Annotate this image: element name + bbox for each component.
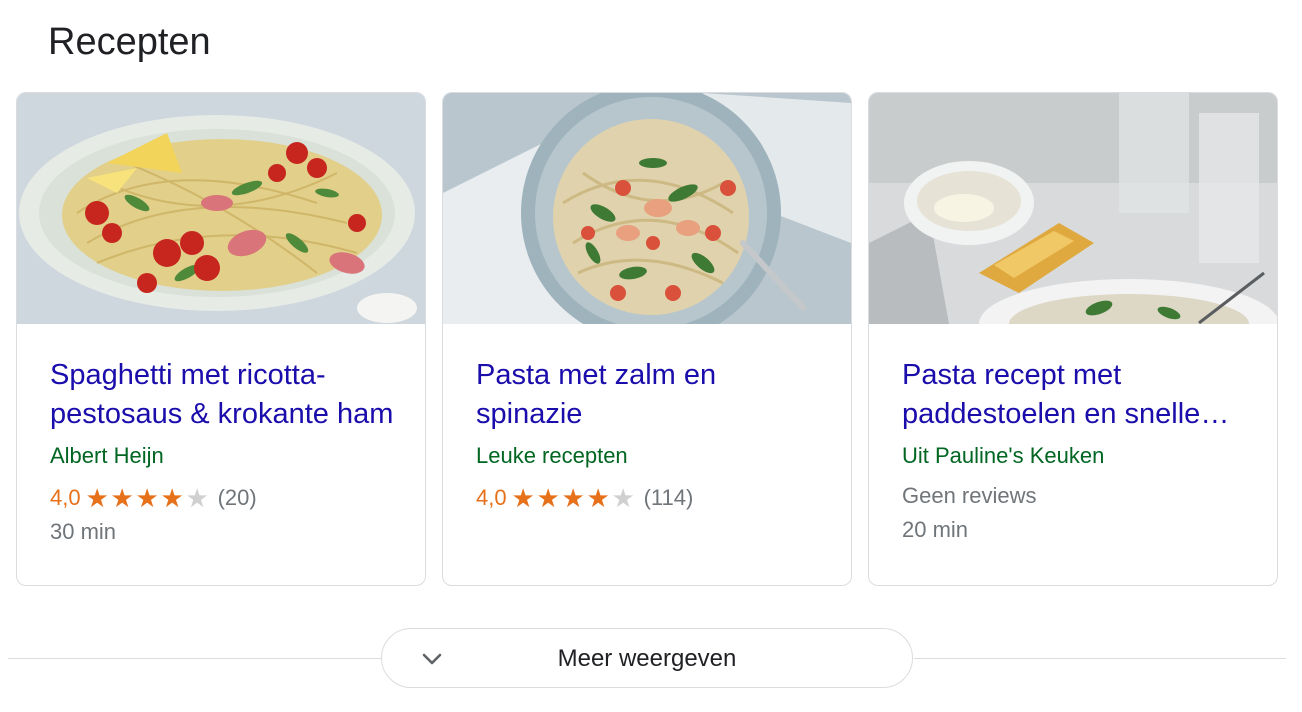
star-filled-icon: ★ [536, 483, 560, 513]
recipe-time: 30 min [50, 519, 117, 544]
recipe-source: Leuke recepten [476, 443, 628, 468]
recipe-time: 20 min [902, 517, 969, 542]
recipe-title-link[interactable]: Spaghetti met ricotta-pestosaus & krokan… [50, 356, 400, 434]
star-filled-icon: ★ [561, 483, 585, 513]
star-filled-icon: ★ [160, 483, 184, 513]
divider-left [8, 658, 382, 659]
recipe-source: Albert Heijn [50, 443, 164, 468]
recipe-image[interactable] [869, 93, 1277, 324]
show-more-button[interactable]: Meer weergeven [381, 628, 913, 688]
review-count: (114) [643, 485, 694, 510]
recipe-rating: 4,0 ★ ★ ★ ★ ★ (20) [50, 483, 257, 513]
divider-right [914, 658, 1286, 659]
recipe-source: Uit Pauline's Keuken [902, 443, 1105, 468]
recipe-image[interactable] [443, 93, 851, 324]
recipe-carousel: Spaghetti met ricotta-pestosaus & krokan… [16, 92, 1278, 588]
recipe-card[interactable]: Spaghetti met ricotta-pestosaus & krokan… [16, 92, 426, 586]
star-rating: ★ ★ ★ ★ ★ [511, 483, 636, 513]
show-more-label: Meer weergeven [557, 645, 737, 672]
recipe-card[interactable]: Pasta met zalm en spinazie Leuke recepte… [442, 92, 852, 586]
star-filled-icon: ★ [85, 483, 109, 513]
pasta-tomato-platter-photo [17, 93, 425, 324]
rating-value: 4,0 [476, 485, 507, 510]
pasta-salmon-bowl-photo [443, 93, 851, 324]
table-bread-bowl-photo [869, 93, 1277, 324]
rating-value: 4,0 [50, 485, 81, 510]
star-filled-icon: ★ [511, 483, 535, 513]
recipe-title-link[interactable]: Pasta met zalm en spinazie [476, 356, 826, 434]
star-filled-icon: ★ [135, 483, 159, 513]
star-rating: ★ ★ ★ ★ ★ [85, 483, 210, 513]
recipe-rating: 4,0 ★ ★ ★ ★ ★ (114) [476, 483, 693, 513]
review-count: (20) [217, 485, 257, 510]
star-empty-icon: ★ [611, 483, 635, 513]
star-filled-icon: ★ [586, 483, 610, 513]
no-reviews-label: Geen reviews [902, 483, 1037, 508]
recipe-card[interactable]: Pasta recept met paddestoelen en snelle … [868, 92, 1278, 586]
star-filled-icon: ★ [110, 483, 134, 513]
star-empty-icon: ★ [185, 483, 209, 513]
recipe-title-link[interactable]: Pasta recept met paddestoelen en snelle … [902, 356, 1252, 434]
recipe-image[interactable] [17, 93, 425, 324]
section-title: Recepten [48, 21, 211, 63]
